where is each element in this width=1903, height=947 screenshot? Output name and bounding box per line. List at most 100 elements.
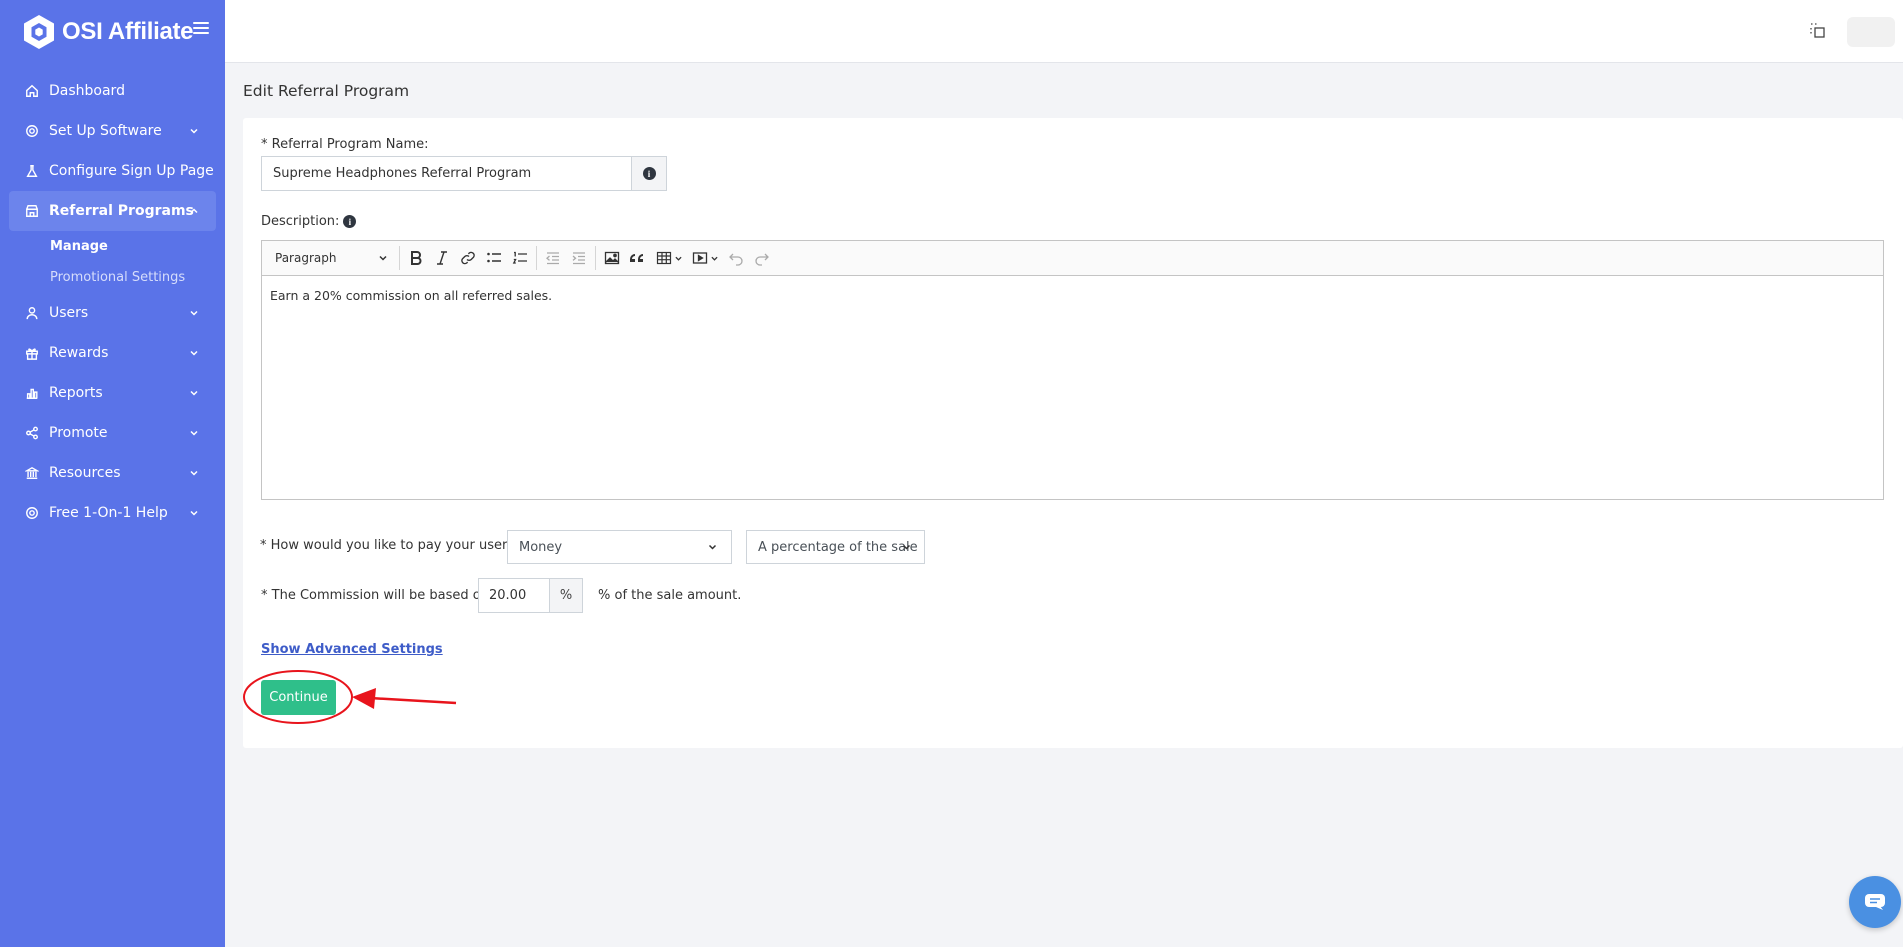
chevron-down-icon: [708, 544, 717, 550]
chevron-up-icon: [190, 208, 198, 214]
chevron-down-icon: [902, 544, 911, 550]
chevron-down-icon: [379, 255, 387, 261]
insert-table-button[interactable]: [651, 244, 687, 272]
avatar[interactable]: [1847, 17, 1895, 47]
bulleted-list-button[interactable]: [481, 244, 507, 272]
indent-icon: [572, 252, 585, 265]
redo-button[interactable]: [749, 244, 775, 272]
sidebar-subitem-manage[interactable]: Manage: [0, 231, 225, 262]
share-icon: [26, 426, 38, 440]
sidebar-item-free-help[interactable]: Free 1-On-1 Help: [0, 493, 225, 533]
sidebar-item-label: Reports: [49, 385, 103, 401]
sidebar-item-reports[interactable]: Reports: [0, 373, 225, 413]
chevron-down-icon: [190, 350, 198, 356]
sidebar-item-rewards[interactable]: Rewards: [0, 333, 225, 373]
bulleted-list-icon: [487, 252, 501, 263]
description-label: Description:: [261, 214, 340, 229]
home-icon: [26, 84, 38, 97]
bank-icon: [25, 466, 39, 479]
insert-image-button[interactable]: [599, 244, 625, 272]
commission-unit: %: [549, 578, 583, 613]
flask-icon: [26, 165, 38, 177]
sidebar: OSI Affiliate Dashboard Set Up Software …: [0, 0, 225, 947]
editor-content[interactable]: Earn a 20% commission on all referred sa…: [262, 276, 1883, 315]
media-icon: [692, 252, 707, 264]
bold-button[interactable]: [403, 244, 429, 272]
commission-input[interactable]: 20.00: [478, 578, 550, 613]
info-icon: i: [642, 167, 656, 180]
redo-icon: [755, 253, 769, 266]
user-icon: [26, 307, 38, 320]
pay-users-label: * How would you like to pay your users:: [260, 538, 519, 553]
pay-basis-select[interactable]: A percentage of the sale: [746, 530, 925, 564]
app-name: OSI Affiliate: [62, 18, 194, 45]
chevron-down-icon: [674, 256, 682, 261]
menu-toggle-icon[interactable]: [193, 20, 209, 36]
pay-type-select[interactable]: Money: [507, 530, 732, 564]
link-button[interactable]: [455, 244, 481, 272]
pay-basis-value: A percentage of the sale: [758, 539, 918, 555]
chevron-down-icon: [190, 430, 198, 436]
sidebar-subitem-promotional-settings[interactable]: Promotional Settings: [0, 262, 225, 293]
chevron-down-icon: [710, 256, 718, 261]
sidebar-item-label: Promote: [49, 425, 108, 441]
sidebar-item-label: Resources: [49, 465, 121, 481]
app-logo[interactable]: OSI Affiliate: [21, 14, 194, 50]
bold-icon: [411, 251, 422, 265]
continue-button[interactable]: Continue: [261, 680, 336, 715]
link-icon: [461, 251, 475, 265]
sidebar-item-label: Dashboard: [49, 83, 125, 99]
block-format-select[interactable]: Paragraph: [270, 244, 396, 272]
chat-bubble-icon: [1865, 894, 1885, 910]
lifebuoy-icon: [26, 507, 38, 519]
chevron-down-icon: [190, 128, 198, 134]
sidebar-item-configure-sign-up-page[interactable]: Configure Sign Up Page: [0, 151, 225, 191]
top-bar: [225, 0, 1903, 63]
store-icon: [26, 205, 38, 217]
sidebar-nav: Dashboard Set Up Software Configure Sign…: [0, 71, 225, 533]
chat-widget-button[interactable]: [1849, 876, 1901, 928]
table-icon: [656, 251, 671, 265]
info-icon[interactable]: i: [343, 215, 357, 228]
sidebar-item-set-up-software[interactable]: Set Up Software: [0, 111, 225, 151]
sidebar-item-label: Users: [49, 305, 89, 321]
sidebar-item-label: Configure Sign Up Page: [49, 163, 214, 179]
sidebar-item-resources[interactable]: Resources: [0, 453, 225, 493]
sidebar-item-dashboard[interactable]: Dashboard: [0, 71, 225, 111]
show-advanced-settings-link[interactable]: Show Advanced Settings: [261, 642, 443, 657]
page-title: Edit Referral Program: [243, 82, 410, 100]
sidebar-item-users[interactable]: Users: [0, 293, 225, 333]
undo-icon: [729, 253, 743, 266]
italic-button[interactable]: [429, 244, 455, 272]
hexagon-logo-icon: [24, 15, 54, 49]
program-name-info-button[interactable]: i: [631, 156, 667, 191]
blockquote-button[interactable]: [625, 244, 651, 272]
program-name-input[interactable]: Supreme Headphones Referral Program: [261, 156, 632, 191]
commission-suffix: % of the sale amount.: [598, 588, 742, 603]
pay-type-value: Money: [519, 539, 563, 555]
sidebar-item-referral-programs[interactable]: Referral Programs: [9, 191, 216, 231]
fullscreen-icon[interactable]: [1810, 23, 1826, 39]
block-format-value: Paragraph: [275, 251, 337, 265]
program-name-label: * Referral Program Name:: [261, 137, 429, 152]
sidebar-item-label: Rewards: [49, 345, 109, 361]
chevron-down-icon: [190, 310, 198, 316]
rich-text-editor: Paragraph Earn a 20% commission on all r…: [261, 240, 1884, 500]
sidebar-item-label: Set Up Software: [49, 123, 162, 139]
commission-label: * The Commission will be based on: [261, 588, 489, 603]
chevron-down-icon: [190, 470, 198, 476]
outdent-icon: [546, 252, 559, 265]
decrease-indent-button[interactable]: [540, 244, 566, 272]
sidebar-item-promote[interactable]: Promote: [0, 413, 225, 453]
description-label-row: Description: i: [261, 214, 357, 229]
editor-toolbar: Paragraph: [262, 241, 1883, 276]
numbered-list-icon: [512, 251, 527, 264]
image-icon: [604, 251, 620, 265]
insert-media-button[interactable]: [687, 244, 723, 272]
undo-button[interactable]: [723, 244, 749, 272]
increase-indent-button[interactable]: [566, 244, 592, 272]
gear-icon: [26, 125, 38, 137]
chevron-down-icon: [190, 390, 198, 396]
italic-icon: [437, 251, 447, 265]
numbered-list-button[interactable]: [507, 244, 533, 272]
